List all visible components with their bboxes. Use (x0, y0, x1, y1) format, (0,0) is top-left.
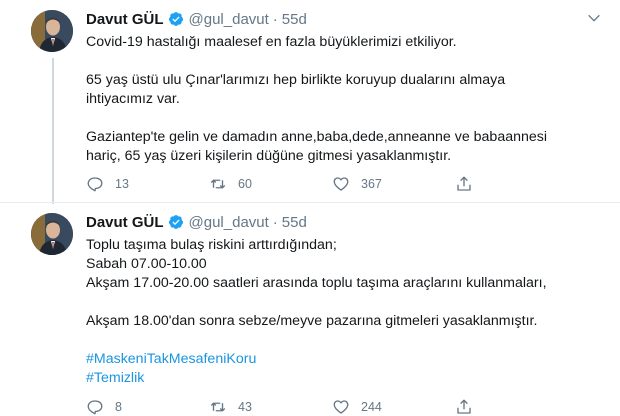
like-button[interactable]: 244 (332, 398, 455, 416)
verified-badge-icon (168, 12, 183, 26)
timestamp[interactable]: 55d (282, 11, 307, 28)
tweet-line: hariç, 65 yaş üzeri kişilerin düğüne git… (86, 148, 452, 164)
hashtag-link[interactable]: #MaskeniTakMesafeniKoru (86, 350, 596, 369)
reply-count: 13 (115, 177, 129, 191)
tweet-line: Toplu taşıma bulaş riskini arttırdığında… (86, 237, 337, 253)
hashtag-link[interactable]: #Temizlik (86, 369, 596, 388)
tweet-line: Gaziantep'te gelin ve damadın anne,baba,… (86, 129, 548, 145)
tweet-line: Sabah 07.00-10.00 (86, 256, 207, 272)
avatar[interactable] (31, 213, 73, 255)
reply-button[interactable]: 13 (86, 175, 209, 193)
like-icon (333, 177, 349, 191)
retweet-icon (210, 179, 226, 189)
timestamp[interactable]: 55d (282, 214, 307, 231)
reply-icon (87, 177, 103, 192)
tweet-line: Covid-19 hastalığı maalesef en fazla büy… (86, 34, 457, 50)
retweet-count: 60 (238, 177, 252, 191)
reply-button[interactable]: 8 (86, 398, 209, 416)
tweet-line: Akşam 18.00'dan sonra sebze/meyve pazarı… (86, 313, 538, 329)
tweet-line: ihtiyacımız var. (86, 91, 180, 107)
tweet-text: Toplu taşıma bulaş riskini arttırdığında… (86, 236, 596, 388)
share-icon (457, 399, 471, 414)
display-name[interactable]: Davut GÜL (86, 11, 164, 28)
like-count: 244 (361, 400, 382, 414)
chevron-down-icon[interactable] (586, 10, 602, 26)
retweet-button[interactable]: 60 (209, 175, 332, 193)
separator: · (272, 213, 278, 231)
tweet-line: 65 yaş üstü ulu Çınar'larımızı hep birli… (86, 72, 506, 88)
tweet-actions: 8 43 244 (86, 398, 578, 416)
handle[interactable]: @gul_davut (189, 214, 269, 231)
share-button[interactable] (455, 175, 578, 193)
reply-icon (87, 400, 103, 415)
display-name[interactable]: Davut GÜL (86, 214, 164, 231)
like-button[interactable]: 367 (332, 175, 455, 193)
tweet-actions: 13 60 367 (86, 175, 578, 193)
share-icon (457, 176, 471, 191)
reply-count: 8 (115, 400, 122, 414)
retweet-count: 43 (238, 400, 252, 414)
thread-line (52, 58, 54, 204)
verified-badge-icon (168, 215, 183, 229)
retweet-button[interactable]: 43 (209, 398, 332, 416)
separator: · (272, 10, 278, 28)
tweet-line: Akşam 17.00-20.00 saatleri arasında topl… (86, 275, 547, 291)
retweet-icon (210, 402, 226, 412)
tweet-header: Davut GÜL @gul_davut · 55d (86, 9, 307, 29)
tweet-header: Davut GÜL @gul_davut · 55d (86, 212, 307, 232)
handle[interactable]: @gul_davut (189, 11, 269, 28)
like-count: 367 (361, 177, 382, 191)
tweet[interactable]: Davut GÜL @gul_davut · 55d Covid-19 hast… (0, 0, 620, 204)
tweet-text: Covid-19 hastalığı maalesef en fazla büy… (86, 33, 596, 166)
share-button[interactable] (455, 398, 578, 416)
tweet[interactable]: Davut GÜL @gul_davut · 55d Toplu taşıma … (0, 203, 620, 416)
avatar[interactable] (31, 10, 73, 52)
like-icon (333, 400, 349, 414)
